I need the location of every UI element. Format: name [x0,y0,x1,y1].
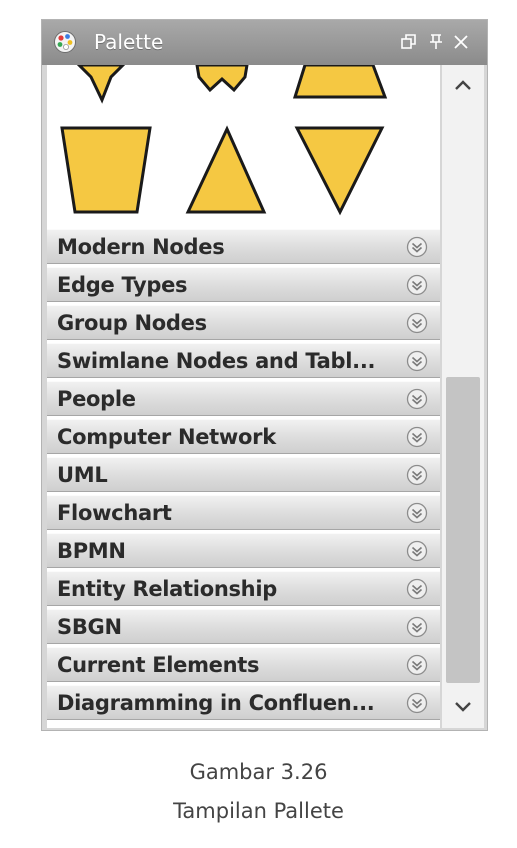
section-label: Entity Relationship [57,577,277,601]
chevron-down-icon[interactable] [405,311,429,335]
section-label: People [57,387,136,411]
section-modern-nodes[interactable]: Modern Nodes [47,229,440,264]
palette-panel: Palette Modern Nodes Edge Types Group No… [41,19,488,731]
trapezoid-shape [292,65,388,99]
chevron-down-icon[interactable] [405,539,429,563]
chevron-down-icon[interactable] [405,387,429,411]
shape-row-bottom [60,125,385,216]
section-label: Swimlane Nodes and Tabl... [57,349,376,373]
chevron-down-icon[interactable] [405,273,429,297]
section-uml[interactable]: UML [47,457,440,492]
scrollbar-thumb[interactable] [446,377,480,683]
chevron-down-icon[interactable] [405,235,429,259]
vertical-scrollbar[interactable] [442,65,484,728]
badge-shape [195,65,249,93]
section-computer-network[interactable]: Computer Network [47,419,440,454]
chevron-down-icon[interactable] [405,425,429,449]
palette-icon [54,31,76,53]
section-label: Modern Nodes [57,235,225,259]
chevron-down-icon[interactable] [405,653,429,677]
pin-icon[interactable] [426,32,446,52]
section-label: Diagramming in Confluen... [57,691,375,715]
figure-caption-number: Gambar 3.26 [189,760,328,784]
section-label: UML [57,463,108,487]
palette-title: Palette [94,30,164,54]
chevron-down-icon[interactable] [405,463,429,487]
section-bpmn[interactable]: BPMN [47,533,440,568]
section-swimlane-nodes[interactable]: Swimlane Nodes and Tabl... [47,343,440,378]
chevron-down-icon[interactable] [405,615,429,639]
chevron-down-icon[interactable] [405,501,429,525]
section-sbgn[interactable]: SBGN [47,609,440,644]
section-people[interactable]: People [47,381,440,416]
palette-title-bar[interactable]: Palette [42,20,487,65]
star-shape [76,65,126,104]
section-group-nodes[interactable]: Group Nodes [47,305,440,340]
triangle-shape [185,125,267,214]
section-current-elements[interactable]: Current Elements [47,647,440,682]
section-flowchart[interactable]: Flowchart [47,495,440,530]
inverted-triangle-shape [294,126,385,216]
restore-icon[interactable] [399,32,419,52]
section-label: SBGN [57,615,122,639]
section-label: Computer Network [57,425,276,449]
section-entity-relationship[interactable]: Entity Relationship [47,571,440,606]
shape-preview-area [47,65,440,228]
section-label: BPMN [57,539,126,563]
chevron-down-icon[interactable] [405,577,429,601]
inverted-trapezoid-shape [60,126,152,214]
close-icon[interactable] [451,32,471,52]
scroll-up-arrow-icon[interactable] [442,65,484,105]
section-diagramming-in-confluence[interactable]: Diagramming in Confluen... [47,685,440,720]
section-label: Flowchart [57,501,172,525]
shape-row-top [76,65,388,104]
palette-content: Modern Nodes Edge Types Group Nodes Swim… [47,65,440,728]
section-label: Group Nodes [57,311,207,335]
section-label: Edge Types [57,273,188,297]
chevron-down-icon[interactable] [405,691,429,715]
figure-caption-title: Tampilan Pallete [173,799,344,823]
section-edge-types[interactable]: Edge Types [47,267,440,302]
scroll-down-arrow-icon[interactable] [442,688,484,728]
chevron-down-icon[interactable] [405,349,429,373]
section-label: Current Elements [57,653,260,677]
